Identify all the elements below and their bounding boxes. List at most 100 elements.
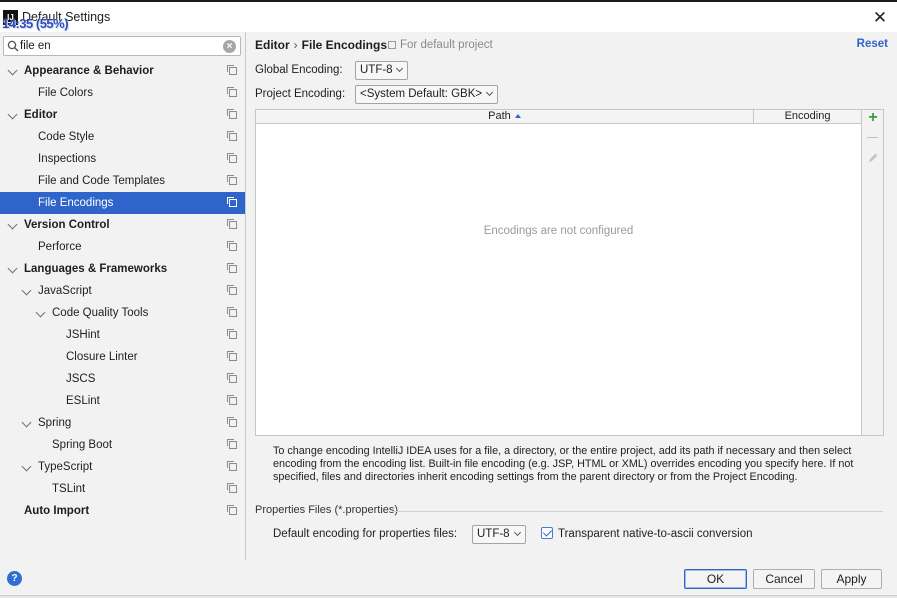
chevron-down-icon: [395, 64, 404, 73]
tree-item-file-and-code-templates[interactable]: File and Code Templates: [0, 170, 245, 192]
tree-item-label: Spring Boot: [52, 439, 113, 451]
encoding-help-text: To change encoding IntelliJ IDEA uses fo…: [273, 445, 854, 483]
tree-item-appearance-behavior[interactable]: Appearance & Behavior: [0, 60, 245, 82]
chevron-down-icon: [513, 528, 522, 537]
tree-item-label: Code Style: [38, 131, 95, 143]
breadcrumb: Editor › File Encodings: [255, 38, 387, 52]
project-scope-icon: [227, 395, 237, 405]
tree-item-jscs[interactable]: JSCS: [0, 368, 245, 390]
tree-item-perforce[interactable]: Perforce: [0, 236, 245, 258]
chevron-down-icon[interactable]: [21, 461, 32, 472]
project-scope-icon: [227, 87, 237, 97]
global-encoding-value: UTF-8: [360, 64, 393, 76]
project-scope-icon: [227, 373, 237, 383]
project-scope-icon: [227, 417, 237, 427]
cancel-button[interactable]: Cancel: [753, 569, 815, 589]
project-scope-icon: [227, 109, 237, 119]
chevron-down-icon[interactable]: [7, 65, 18, 76]
properties-encoding-value: UTF-8: [477, 528, 510, 540]
add-icon[interactable]: +: [866, 110, 880, 126]
project-encoding-value: <System Default: GBK>: [360, 88, 483, 100]
help-button[interactable]: ?: [7, 571, 22, 586]
breadcrumb-separator: ›: [293, 38, 298, 52]
edit-pencil-icon[interactable]: [867, 152, 879, 164]
table-empty-message: Encodings are not configured: [483, 225, 634, 237]
chevron-down-icon[interactable]: [21, 285, 32, 296]
properties-encoding-select[interactable]: UTF-8: [472, 525, 526, 544]
settings-search-box[interactable]: ×: [3, 36, 241, 56]
ok-button[interactable]: OK: [684, 569, 747, 589]
tree-item-closure-linter[interactable]: Closure Linter: [0, 346, 245, 368]
tree-item-spring-boot[interactable]: Spring Boot: [0, 434, 245, 456]
properties-group-title: Properties Files (*.properties): [255, 504, 399, 516]
file-encodings-panel: Editor › File Encodings For default projec…: [247, 32, 897, 560]
tree-item-editor[interactable]: Editor: [0, 104, 245, 126]
tree-item-label: Languages & Frameworks: [24, 263, 168, 275]
tree-item-code-style[interactable]: Code Style: [0, 126, 245, 148]
tree-item-label: File Colors: [38, 87, 93, 99]
tree-item-version-control[interactable]: Version Control: [0, 214, 245, 236]
tree-item-javascript[interactable]: JavaScript: [0, 280, 245, 302]
tree-item-label: JavaScript: [38, 285, 92, 297]
transparent-conversion-checkbox[interactable]: [541, 527, 553, 539]
project-scope-icon: [227, 153, 237, 163]
settings-search-input[interactable]: [20, 38, 220, 54]
for-default-project-label: For default project: [400, 39, 493, 51]
tree-item-label: File and Code Templates: [38, 175, 165, 187]
reset-link[interactable]: Reset: [857, 38, 888, 50]
tree-item-typescript[interactable]: TypeScript: [0, 456, 245, 478]
project-scope-icon: [227, 307, 237, 317]
project-scope-icon: [388, 41, 396, 49]
tree-item-label: Code Quality Tools: [52, 307, 149, 319]
transparent-conversion-label[interactable]: Transparent native-to-ascii conversion: [558, 528, 753, 540]
project-scope-icon: [227, 65, 237, 75]
project-scope-icon: [227, 329, 237, 339]
recording-overlay-text: 14:35 (55%): [2, 16, 69, 31]
tree-item-label: Inspections: [38, 153, 97, 165]
tree-item-jshint[interactable]: JSHint: [0, 324, 245, 346]
clear-search-icon[interactable]: ×: [223, 40, 236, 53]
tree-item-label: Auto Import: [24, 505, 90, 517]
for-default-project-note: For default project: [388, 39, 493, 51]
project-scope-icon: [227, 175, 237, 185]
encodings-table[interactable]: Path Encoding Encodings are not configur…: [255, 109, 862, 436]
chevron-down-icon[interactable]: [7, 109, 18, 120]
global-encoding-select[interactable]: UTF-8: [355, 61, 408, 80]
tree-item-file-colors[interactable]: File Colors: [0, 82, 245, 104]
tree-item-spring[interactable]: Spring: [0, 412, 245, 434]
apply-button[interactable]: Apply: [821, 569, 882, 589]
table-toolbar: +: [862, 109, 884, 436]
breadcrumb-current: File Encodings: [301, 38, 388, 52]
project-scope-icon: [227, 241, 237, 251]
tree-item-tslint[interactable]: TSLint: [0, 478, 245, 500]
tree-item-inspections[interactable]: Inspections: [0, 148, 245, 170]
column-header-path[interactable]: Path: [256, 110, 754, 124]
tree-item-label: TypeScript: [38, 461, 93, 473]
breadcrumb-parent: Editor: [255, 38, 290, 52]
tree-item-label: Closure Linter: [66, 351, 138, 363]
tree-item-code-quality-tools[interactable]: Code Quality Tools: [0, 302, 245, 324]
tree-item-auto-import[interactable]: Auto Import: [0, 500, 245, 522]
settings-tree: Appearance & Behavior File Colors Editor Co…: [0, 60, 245, 522]
tree-item-languages-frameworks[interactable]: Languages & Frameworks: [0, 258, 245, 280]
chevron-down-icon[interactable]: [7, 219, 18, 230]
project-encoding-select[interactable]: <System Default: GBK>: [355, 85, 498, 104]
global-encoding-label: Global Encoding:: [255, 64, 343, 76]
project-scope-icon: [227, 439, 237, 449]
tree-item-label: JSHint: [66, 329, 100, 341]
tree-item-eslint[interactable]: ESLint: [0, 390, 245, 412]
table-header: Path Encoding: [256, 110, 861, 124]
remove-icon[interactable]: [867, 137, 878, 138]
project-scope-icon: [227, 285, 237, 295]
properties-default-encoding-label: Default encoding for properties files:: [273, 528, 458, 540]
chevron-down-icon[interactable]: [7, 263, 18, 274]
tree-item-file-encodings[interactable]: File Encodings: [0, 192, 245, 214]
chevron-down-icon[interactable]: [21, 417, 32, 428]
tree-item-label: Spring: [38, 417, 72, 429]
column-path-label: Path: [488, 110, 511, 122]
tree-item-label: Perforce: [38, 241, 82, 253]
chevron-down-icon: [485, 88, 494, 97]
close-window-button[interactable]: ✕: [869, 8, 891, 28]
column-header-encoding[interactable]: Encoding: [754, 110, 861, 124]
chevron-down-icon[interactable]: [35, 307, 46, 318]
